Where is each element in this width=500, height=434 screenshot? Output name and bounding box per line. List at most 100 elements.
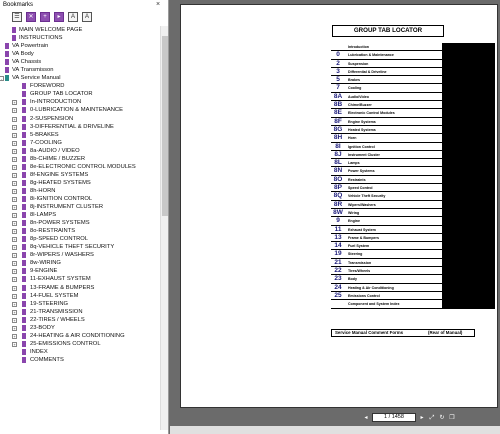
bookmark-item[interactable]: COMMENTS	[0, 356, 160, 364]
bookmark-item[interactable]: + In-INTRODUCTION	[0, 98, 160, 106]
expand-icon[interactable]: +	[12, 100, 17, 106]
bookmark-item[interactable]: MAIN WELCOME PAGE	[0, 26, 160, 34]
expand-icon[interactable]: +	[12, 237, 17, 243]
bookmark-item[interactable]: +0-LUBRICATION & MAINTENANCE	[0, 106, 160, 114]
next-page-icon[interactable]: ▸	[418, 414, 426, 422]
bookmark-item[interactable]: +11-EXHAUST SYSTEM	[0, 275, 160, 283]
enlarge-text-icon[interactable]: A	[68, 12, 78, 22]
collapse-icon[interactable]: -	[0, 76, 4, 82]
bookmark-item[interactable]: +8g-HEATED SYSTEMS	[0, 179, 160, 187]
bookmark-item[interactable]: +8h-HORN	[0, 187, 160, 195]
bookmark-item[interactable]: +25-EMISSIONS CONTROL	[0, 340, 160, 348]
expand-icon[interactable]: +	[12, 317, 17, 323]
bookmark-item[interactable]: +8n-POWER SYSTEMS	[0, 219, 160, 227]
bookmark-item[interactable]: +14-FUEL SYSTEM	[0, 292, 160, 300]
bookmark-item[interactable]: +8o-RESTRAINTS	[0, 227, 160, 235]
bookmark-item[interactable]: +8p-SPEED CONTROL	[0, 235, 160, 243]
expand-icon[interactable]: +	[12, 253, 17, 259]
expand-icon[interactable]: +	[12, 156, 17, 162]
bookmark-item[interactable]: +8i-IGNITION CONTROL	[0, 195, 160, 203]
bookmark-item[interactable]: +8r-WIPERS / WASHERS	[0, 251, 160, 259]
expand-icon[interactable]: +	[12, 213, 17, 219]
new-bookmark-icon[interactable]: +	[40, 12, 50, 22]
bookmark-label: 22-TIRES / WHEELS	[30, 316, 85, 323]
bookmark-item[interactable]: INDEX	[0, 348, 160, 356]
bookmark-item[interactable]: +22-TIRES / WHEELS	[0, 316, 160, 324]
bookmark-item[interactable]: +7-COOLING	[0, 139, 160, 147]
tab-number: 8E	[334, 109, 342, 117]
bookmark-item[interactable]: - VA Service Manual	[0, 74, 160, 82]
expand-icon[interactable]: +	[12, 325, 17, 331]
expand-bookmark-icon[interactable]: ▸	[54, 12, 64, 22]
close-panel-icon[interactable]: ×	[156, 1, 160, 8]
bookmark-item[interactable]: GROUP TAB LOCATOR	[0, 90, 160, 98]
scroll-thumb[interactable]	[162, 36, 168, 216]
bookmark-item[interactable]: +5-BRAKES	[0, 131, 160, 139]
expand-icon[interactable]: +	[12, 277, 17, 283]
bookmark-item[interactable]: +9-ENGINE	[0, 267, 160, 275]
expand-icon[interactable]: +	[12, 221, 17, 227]
bookmark-item[interactable]: +8q-VEHICLE THEFT SECURITY	[0, 243, 160, 251]
tab-locator-row: 11 Exhaust System	[331, 225, 495, 234]
bookmark-item[interactable]: +8f-ENGINE SYSTEMS	[0, 171, 160, 179]
tab-number: 8J	[334, 150, 342, 158]
bookmark-item[interactable]: +23-BODY	[0, 324, 160, 332]
bookmark-item[interactable]: +8b-CHIME / BUZZER	[0, 155, 160, 163]
expand-icon[interactable]: +	[12, 309, 17, 315]
bookmark-item[interactable]: VA Chassis	[0, 58, 160, 66]
bookmark-item[interactable]: FOREWORD	[0, 82, 160, 90]
prev-page-icon[interactable]: ◂	[362, 414, 370, 422]
bookmark-icon	[22, 268, 26, 275]
expand-icon[interactable]: +	[12, 164, 17, 170]
expand-icon[interactable]: +	[12, 132, 17, 138]
bookmarks-scrollbar[interactable]	[160, 26, 168, 430]
expand-icon[interactable]: +	[12, 148, 17, 154]
expand-icon[interactable]: +	[12, 333, 17, 339]
expand-icon[interactable]: +	[12, 301, 17, 307]
expand-icon[interactable]: +	[12, 124, 17, 130]
expand-icon[interactable]: +	[12, 261, 17, 267]
black-tab-marker	[442, 300, 495, 308]
bookmark-item[interactable]: +2-SUSPENSION	[0, 115, 160, 123]
bookmark-item[interactable]: +24-HEATING & AIR CONDITIONING	[0, 332, 160, 340]
horizontal-scrollbar[interactable]	[170, 426, 500, 434]
bookmark-item[interactable]: +8a-AUDIO / VIDEO	[0, 147, 160, 155]
options-icon[interactable]: ☰	[12, 12, 22, 22]
expand-icon[interactable]: +	[12, 140, 17, 146]
bookmark-item[interactable]: VA Body	[0, 50, 160, 58]
bookmark-label: 19-STEERING	[30, 300, 69, 307]
expand-icon[interactable]: +	[12, 245, 17, 251]
bookmark-item[interactable]: VA Powertrain	[0, 42, 160, 50]
fit-page-icon[interactable]: ⤢	[428, 414, 436, 422]
expand-icon[interactable]: +	[12, 172, 17, 178]
bookmark-item[interactable]: +8w-WIRING	[0, 259, 160, 267]
expand-icon[interactable]: +	[12, 341, 17, 347]
tab-locator-row: 7 Cooling	[331, 84, 495, 93]
expand-icon[interactable]: +	[12, 180, 17, 186]
copy-icon[interactable]: ❐	[448, 414, 456, 422]
rotate-icon[interactable]: ↻	[438, 414, 446, 422]
bookmark-item[interactable]: VA Transmisson	[0, 66, 160, 74]
expand-icon[interactable]: +	[12, 205, 17, 211]
bookmark-item[interactable]: +19-STEERING	[0, 300, 160, 308]
expand-icon[interactable]: +	[12, 196, 17, 202]
bookmark-item[interactable]: +21-TRANSMISSION	[0, 308, 160, 316]
bookmark-item[interactable]: +8l-LAMPS	[0, 211, 160, 219]
expand-icon[interactable]: +	[12, 293, 17, 299]
expand-icon[interactable]: +	[12, 229, 17, 235]
delete-bookmark-icon[interactable]: ✕	[26, 12, 36, 22]
expand-icon[interactable]: +	[12, 188, 17, 194]
bookmark-item[interactable]: +8e-ELECTRONIC CONTROL MODULES	[0, 163, 160, 171]
expand-icon[interactable]: +	[12, 285, 17, 291]
page-number-field[interactable]: 1 / 1458	[372, 413, 416, 422]
expand-icon[interactable]: +	[12, 269, 17, 275]
expand-icon[interactable]: +	[12, 116, 17, 122]
tab-number: 19	[334, 250, 342, 258]
expand-icon[interactable]: +	[12, 108, 17, 114]
tab-number: 8I	[335, 142, 341, 150]
bookmark-item[interactable]: +13-FRAME & BUMPERS	[0, 284, 160, 292]
reduce-text-icon[interactable]: A	[82, 12, 92, 22]
bookmark-item[interactable]: +8j-INSTRUMENT CLUSTER	[0, 203, 160, 211]
bookmark-item[interactable]: INSTRUCTIONS	[0, 34, 160, 42]
bookmark-item[interactable]: +3-DIFFERENTIAL & DRIVELINE	[0, 123, 160, 131]
